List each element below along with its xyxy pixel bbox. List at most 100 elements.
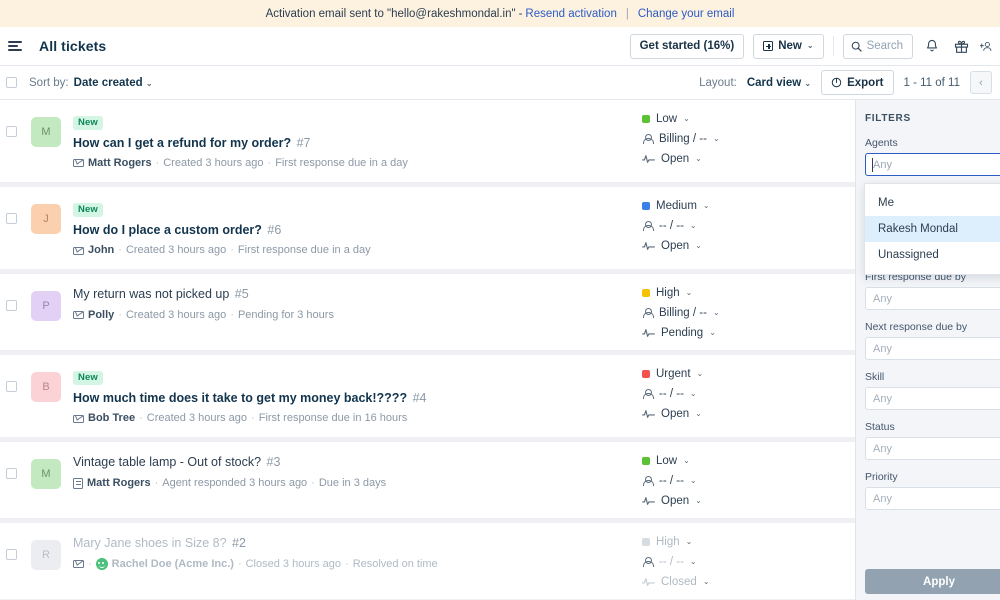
ticket-requester: Matt Rogers [88, 156, 152, 169]
status-dropdown[interactable]: Open ⌄ [642, 153, 855, 165]
layout-dropdown[interactable]: Card view ⌄ [747, 77, 811, 89]
ticket-card[interactable]: B New How much time does it take to get … [0, 355, 855, 438]
status-dropdown[interactable]: Open ⌄ [642, 240, 855, 252]
agents-filter-input[interactable]: Any [865, 153, 1000, 176]
ticket-content: New How much time does it take to get my… [73, 365, 640, 426]
prev-page-button[interactable]: ‹ [970, 71, 992, 94]
status-value: Open [661, 408, 690, 421]
meta-separator: · [311, 476, 315, 489]
avatar: P [31, 291, 61, 322]
ticket-checkbox[interactable] [6, 300, 17, 312]
ticket-checkbox[interactable] [6, 549, 17, 561]
chevron-down-icon: ⌄ [806, 41, 814, 50]
status-dropdown[interactable]: Pending ⌄ [642, 327, 855, 339]
meta-separator: · [139, 412, 143, 425]
change-email-link[interactable]: Change your email [638, 8, 735, 20]
filter-field-input[interactable]: Any [865, 337, 1000, 360]
assignee-dropdown[interactable]: -- / -- ⌄ [642, 475, 855, 487]
priority-dropdown[interactable]: Low ⌄ [642, 455, 855, 467]
ticket-number: #3 [266, 455, 281, 470]
priority-value: High [656, 536, 680, 549]
header-divider [832, 36, 834, 56]
filter-field-input[interactable]: Any [865, 387, 1000, 410]
assignee-dropdown[interactable]: Billing / -- ⌄ [642, 307, 855, 319]
ticket-meta: Matt Rogers · Created 3 hours ago · Firs… [73, 156, 640, 171]
filter-field-input[interactable]: Any [865, 487, 1000, 510]
ticket-subject[interactable]: How much time does it take to get my mon… [73, 390, 640, 406]
priority-dot-icon [642, 457, 650, 466]
apply-filters-button[interactable]: Apply [865, 569, 1000, 594]
ticket-created: Agent responded 3 hours ago [162, 476, 308, 489]
meta-separator: · [251, 412, 255, 425]
ticket-card[interactable]: P My return was not picked up #5 Polly ·… [0, 274, 855, 351]
ticket-subject[interactable]: How can I get a refund for my order? #7 [73, 135, 640, 151]
priority-dropdown[interactable]: High ⌄ [642, 287, 855, 299]
status-dropdown[interactable]: Closed ⌄ [642, 576, 855, 588]
agents-dropdown-option[interactable]: Rakesh Mondal [865, 216, 1000, 242]
filter-field-placeholder: Any [873, 442, 892, 455]
ticket-card[interactable]: R Mary Jane shoes in Size 8? #2 · Rachel… [0, 523, 855, 600]
get-started-button[interactable]: Get started (16%) [629, 33, 745, 59]
envelope-icon [73, 560, 84, 569]
page-title: All tickets [39, 38, 107, 54]
filter-field-input[interactable]: Any [865, 287, 1000, 310]
ticket-checkbox[interactable] [6, 126, 17, 137]
ticket-card[interactable]: J New How do I place a custom order? #6 … [0, 187, 855, 270]
meta-separator: · [154, 476, 159, 489]
filter-field: First response due by Any [865, 271, 1000, 310]
resend-activation-link[interactable]: Resend activation [525, 8, 616, 20]
ticket-card[interactable]: M Vintage table lamp - Out of stock? #3 … [0, 442, 855, 519]
assignee-dropdown[interactable]: -- / -- ⌄ [642, 556, 855, 568]
agents-dropdown-option[interactable]: Unassigned [865, 242, 1000, 268]
sort-by-dropdown[interactable]: Date created ⌄ [74, 77, 153, 89]
gift-icon[interactable] [951, 36, 971, 56]
ticket-number: #4 [412, 390, 427, 405]
agents-dropdown-option[interactable]: Me [865, 190, 1000, 216]
filters-panel: FILTERS Agents Any Last 30 days MeRakesh… [855, 100, 1000, 600]
priority-dropdown[interactable]: Urgent ⌄ [642, 368, 855, 380]
search-input[interactable]: Search [842, 33, 913, 59]
ticket-list[interactable]: M New How can I get a refund for my orde… [0, 100, 855, 600]
ticket-checkbox[interactable] [6, 381, 17, 393]
select-all-checkbox[interactable] [6, 77, 17, 88]
filter-field-placeholder: Any [873, 342, 892, 355]
ticket-checkbox[interactable] [6, 468, 17, 480]
status-dropdown[interactable]: Open ⌄ [642, 408, 855, 420]
assignee-dropdown[interactable]: -- / -- ⌄ [642, 388, 855, 400]
ticket-meta: Bob Tree · Created 3 hours ago · First r… [73, 411, 640, 426]
hamburger-filter-icon[interactable] [6, 36, 26, 56]
ticket-properties: Low ⌄ Billing / -- ⌄ Open ⌄ [640, 110, 855, 165]
filter-field-input[interactable]: Any [865, 437, 1000, 460]
filter-field-label: Priority [865, 471, 898, 483]
bell-icon[interactable] [922, 36, 942, 56]
ticket-subject[interactable]: How do I place a custom order? #6 [73, 222, 640, 238]
avatar: B [31, 372, 61, 403]
avatar: M [31, 117, 61, 147]
assignee-dropdown[interactable]: Billing / -- ⌄ [642, 133, 855, 145]
new-button[interactable]: New ⌄ [753, 33, 824, 59]
banner-text: Activation email sent to "hello@rakeshmo… [265, 7, 516, 20]
priority-dropdown[interactable]: High ⌄ [642, 536, 855, 548]
add-person-icon[interactable] [980, 36, 992, 56]
assignee-dropdown[interactable]: -- / -- ⌄ [642, 220, 855, 232]
meta-separator: · [345, 557, 349, 570]
meta-separator: · [88, 557, 92, 570]
ticket-subject[interactable]: My return was not picked up #5 [73, 286, 640, 302]
ticket-requester: John [88, 243, 115, 256]
ticket-due: Resolved on time [352, 557, 438, 570]
ticket-subject[interactable]: Mary Jane shoes in Size 8? #2 [73, 535, 640, 551]
agents-dropdown-menu[interactable]: Me Rakesh Mondal Unassigned [864, 183, 1000, 275]
priority-dot-icon [642, 289, 650, 298]
ticket-subject[interactable]: Vintage table lamp - Out of stock? #3 [73, 454, 640, 470]
export-button[interactable]: Export [821, 70, 894, 95]
assignee-value: -- / -- [659, 220, 684, 233]
priority-dropdown[interactable]: Low ⌄ [642, 113, 855, 125]
status-icon [642, 496, 655, 507]
status-dropdown[interactable]: Open ⌄ [642, 495, 855, 507]
ticket-card[interactable]: M New How can I get a refund for my orde… [0, 100, 855, 183]
priority-dropdown[interactable]: Medium ⌄ [642, 200, 855, 212]
filter-field-label: Next response due by [865, 321, 968, 333]
ticket-checkbox[interactable] [6, 213, 17, 225]
filter-field: Status Any [865, 421, 1000, 460]
agents-filter-group: Agents Any Last 30 days MeRakesh MondalU… [864, 137, 1000, 275]
